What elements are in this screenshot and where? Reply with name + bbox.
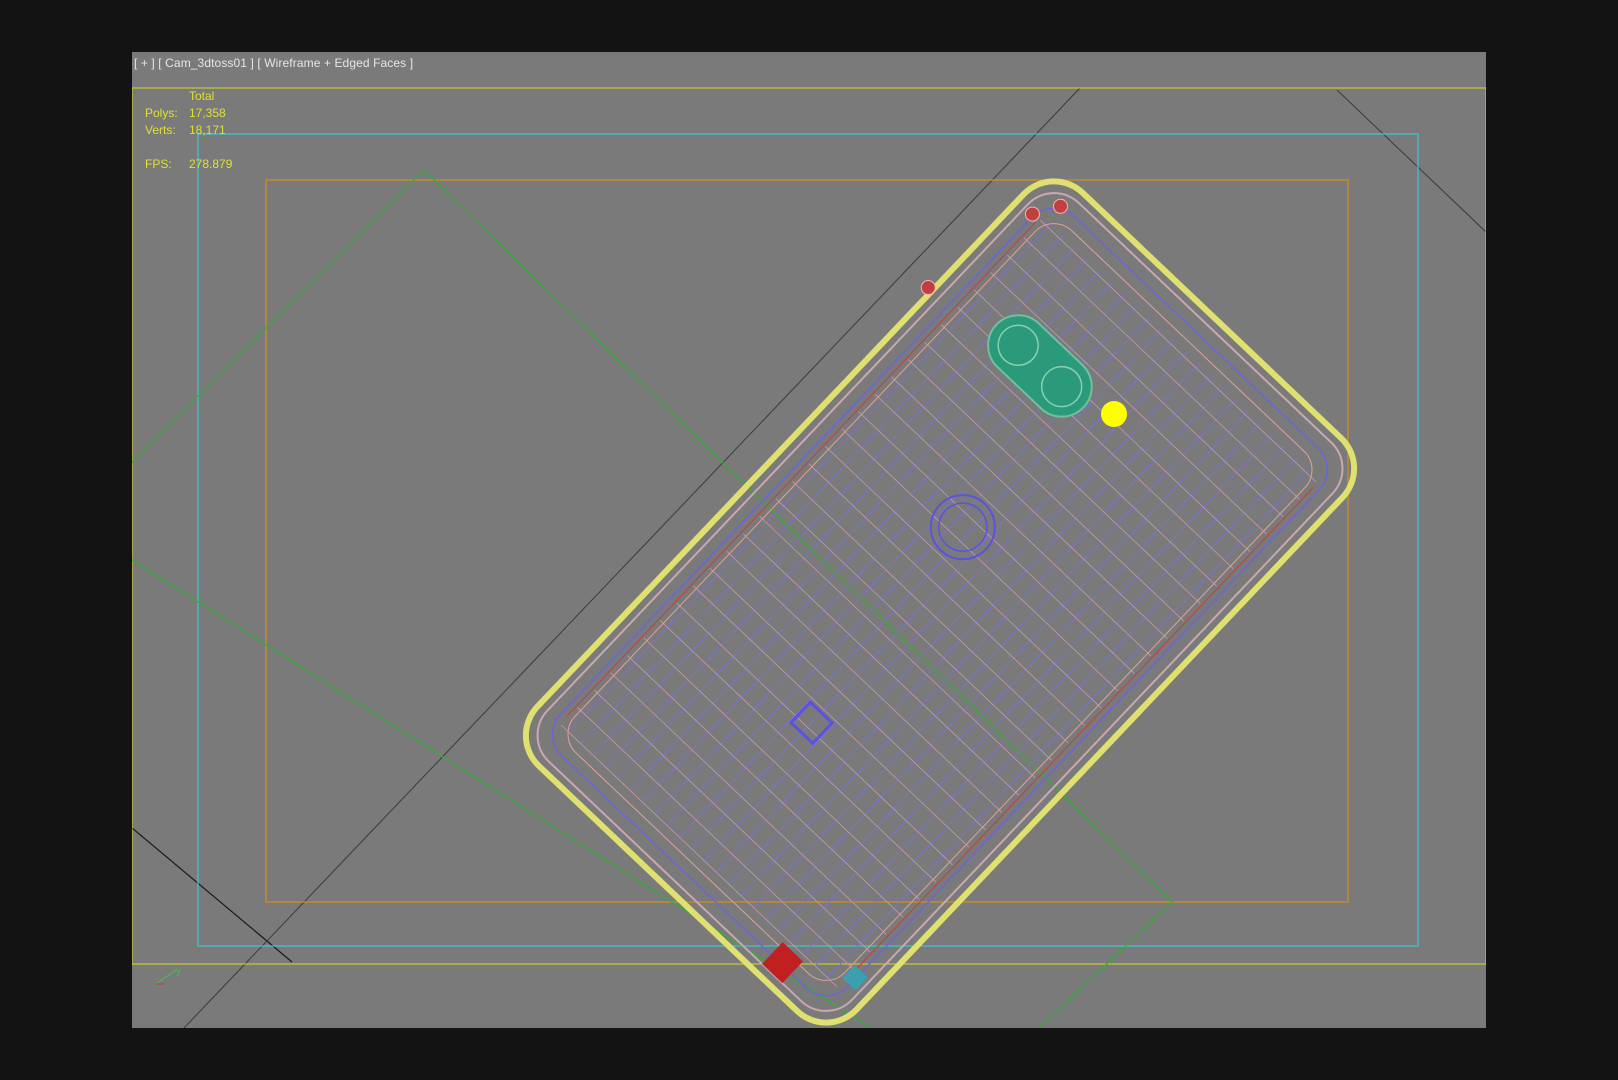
edge-strip xyxy=(844,487,1314,982)
phone-body-inner2 xyxy=(552,207,1328,997)
phone-body-inner3 xyxy=(567,223,1313,981)
mesh-wire xyxy=(568,223,1051,733)
phone-body-inner xyxy=(536,192,1344,1012)
stats-header: Total xyxy=(189,89,215,103)
center-ring-inner xyxy=(938,502,988,552)
button-red xyxy=(1052,198,1068,214)
3d-viewport[interactable]: [ + ] [ Cam_3dtoss01 ] [ Wireframe + Edg… xyxy=(132,52,1486,1028)
mesh-wire xyxy=(790,434,1273,943)
stats-polys-label: Polys: xyxy=(145,106,178,120)
viewport-camera-menu[interactable]: [ Cam_3dtoss01 ] xyxy=(158,56,254,70)
safe-frame-action xyxy=(197,133,1419,947)
mesh-wire xyxy=(990,272,1267,535)
stats-fps-label: FPS: xyxy=(145,157,172,171)
safe-frame-outer xyxy=(132,87,1486,965)
axis-y-label: y xyxy=(176,966,181,977)
viewport-menu-plus[interactable]: [ + ] xyxy=(134,56,155,70)
mesh-wire xyxy=(740,387,1224,897)
stats-verts: Verts: 18,171 xyxy=(145,122,232,139)
scene-statistics: Total Polys: 17,358 Verts: 18,171 FPS: 2… xyxy=(145,88,232,173)
axis-line xyxy=(155,969,177,985)
viewport-scene[interactable] xyxy=(132,52,1486,1028)
center-ring xyxy=(929,494,996,561)
button-red xyxy=(920,280,936,296)
edge-strip xyxy=(566,222,1036,717)
mesh-wire xyxy=(691,340,1174,850)
grid-line xyxy=(1336,89,1486,233)
viewport-label[interactable]: [ + ] [ Cam_3dtoss01 ] [ Wireframe + Edg… xyxy=(134,56,413,70)
mesh-wire xyxy=(765,411,1248,920)
stats-fps: FPS: 278.879 xyxy=(145,156,232,173)
mesh-wire xyxy=(580,235,1064,744)
stats-fps-value: 278.879 xyxy=(189,157,233,171)
stats-polys: Polys: 17,358 xyxy=(145,105,232,122)
grid-line xyxy=(132,827,293,963)
mesh-wire xyxy=(814,457,1298,967)
phone-wireframe xyxy=(522,178,1358,1026)
phone-body-outline xyxy=(522,178,1358,1026)
mesh-wire xyxy=(703,352,1187,862)
light-omni xyxy=(1101,401,1127,427)
viewport-shading-menu[interactable]: [ Wireframe + Edged Faces ] xyxy=(257,56,413,70)
mesh-wire xyxy=(802,446,1285,955)
mesh-wire xyxy=(1040,219,1317,483)
mesh-wire xyxy=(777,422,1261,932)
stats-verts-label: Verts: xyxy=(145,123,176,137)
mesh-wire xyxy=(728,376,1211,885)
stats-polys-value: 17,358 xyxy=(189,106,226,120)
stats-verts-value: 18,171 xyxy=(189,123,226,137)
grid-line xyxy=(183,87,1081,1028)
